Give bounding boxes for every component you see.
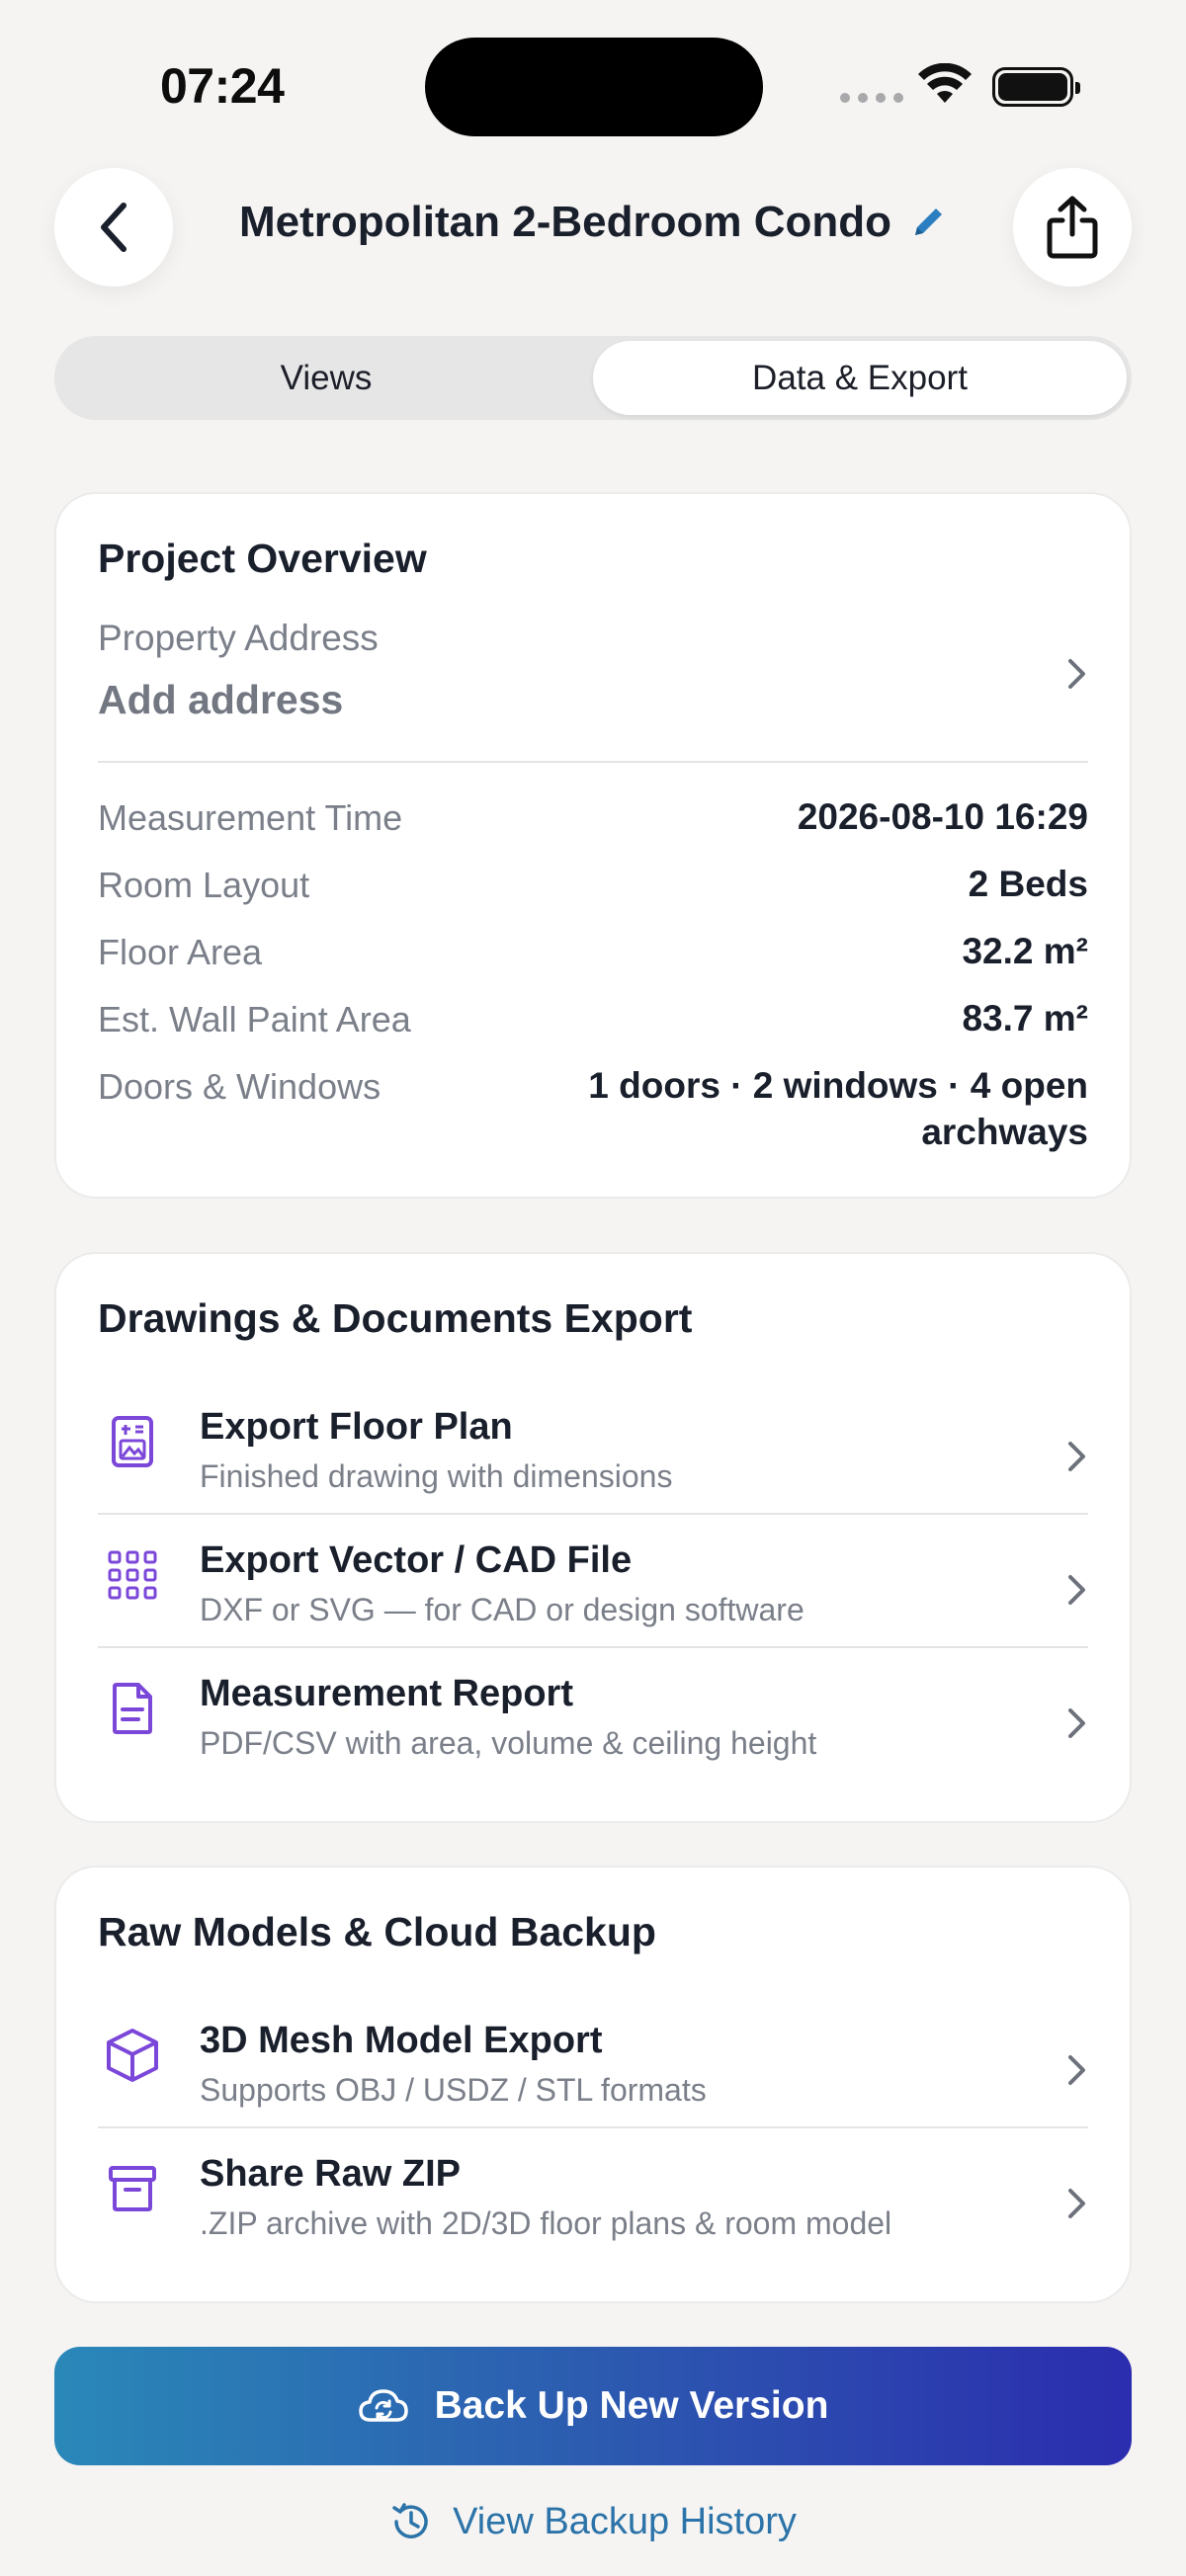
row-subtitle: Supports OBJ / USDZ / STL formats [200, 2072, 707, 2108]
measurement-time-value: 2026-08-10 16:29 [797, 796, 1088, 837]
room-layout-label: Room Layout [98, 865, 310, 905]
row-subtitle: .ZIP archive with 2D/3D floor plans & ro… [200, 2205, 892, 2241]
doors-windows-value-line2: archways [921, 1112, 1088, 1152]
history-label: View Backup History [453, 2500, 797, 2542]
tab-data-export[interactable]: Data & Export [593, 341, 1127, 415]
pencil-icon[interactable] [909, 204, 947, 241]
card-title: Raw Models & Cloud Backup [98, 1909, 656, 1954]
page-title: Metropolitan 2-Bedroom Condo [239, 198, 891, 246]
row-title: Export Floor Plan [200, 1406, 513, 1448]
document-icon [106, 1682, 159, 1735]
address-value: Add address [98, 677, 344, 722]
floor-plan-icon [106, 1415, 159, 1468]
measurement-report-row[interactable]: Measurement Report PDF/CSV with area, vo… [56, 1659, 1130, 1787]
wifi-icon [918, 63, 972, 103]
chevron-left-icon [101, 203, 127, 252]
title-group[interactable]: Metropolitan 2-Bedroom Condo [198, 198, 988, 247]
chevron-right-icon [1068, 1442, 1085, 1471]
dynamic-island [425, 38, 763, 136]
export-floor-plan-row[interactable]: Export Floor Plan Finished drawing with … [56, 1392, 1130, 1521]
row-subtitle: Finished drawing with dimensions [200, 1458, 673, 1494]
share-button[interactable] [1013, 168, 1132, 287]
history-icon [392, 2503, 428, 2538]
divider [98, 2126, 1088, 2128]
chevron-right-icon [1068, 2055, 1085, 2085]
back-button[interactable] [54, 168, 173, 287]
cube-icon [106, 2029, 159, 2082]
project-overview-card: Project Overview Property Address Add ad… [54, 492, 1132, 1199]
row-title: Share Raw ZIP [200, 2153, 461, 2195]
card-title: Project Overview [98, 536, 427, 581]
chevron-right-icon [1068, 1708, 1085, 1738]
floor-area-value: 32.2 m² [962, 931, 1088, 971]
row-title: 3D Mesh Model Export [200, 2020, 603, 2061]
view-segmented-control: Views Data & Export [54, 336, 1132, 420]
share-icon [1047, 196, 1098, 259]
chevron-right-icon [1068, 1575, 1085, 1605]
divider [98, 761, 1088, 763]
divider [98, 1513, 1088, 1515]
drawings-export-card: Drawings & Documents Export Export Floor… [54, 1252, 1132, 1823]
tab-views[interactable]: Views [59, 341, 593, 415]
chevron-right-icon [1068, 2189, 1085, 2218]
back-up-label: Back Up New Version [434, 2384, 829, 2427]
row-subtitle: PDF/CSV with area, volume & ceiling heig… [200, 1725, 817, 1761]
grid-icon [106, 1548, 159, 1602]
raw-models-card: Raw Models & Cloud Backup 3D Mesh Model … [54, 1866, 1132, 2303]
address-label: Property Address [98, 618, 379, 658]
cloud-sync-icon [358, 2389, 408, 2422]
wall-paint-area-value: 83.7 m² [962, 998, 1088, 1039]
room-layout-value: 2 Beds [968, 864, 1088, 904]
row-title: Measurement Report [200, 1673, 573, 1714]
chevron-right-icon [1068, 659, 1085, 689]
row-title: Export Vector / CAD File [200, 1539, 633, 1581]
address-row[interactable]: Property Address Add address [56, 603, 1130, 741]
doors-windows-label: Doors & Windows [98, 1066, 381, 1107]
measurement-time-label: Measurement Time [98, 797, 403, 838]
back-up-new-version-button[interactable]: Back Up New Version [54, 2347, 1132, 2465]
view-backup-history-link[interactable]: View Backup History [0, 2500, 1186, 2543]
divider [98, 1646, 1088, 1648]
doors-windows-value-line1: 1 doors · 2 windows · 4 open [588, 1065, 1088, 1106]
share-raw-zip-row[interactable]: Share Raw ZIP .ZIP archive with 2D/3D fl… [56, 2139, 1130, 2268]
card-title: Drawings & Documents Export [98, 1295, 693, 1341]
battery-icon [992, 67, 1080, 107]
export-vector-cad-row[interactable]: Export Vector / CAD File DXF or SVG — fo… [56, 1526, 1130, 1654]
archive-icon [106, 2162, 159, 2215]
mesh-model-export-row[interactable]: 3D Mesh Model Export Supports OBJ / USDZ… [56, 2006, 1130, 2134]
floor-area-label: Floor Area [98, 932, 263, 972]
status-time: 07:24 [160, 58, 285, 114]
cellular-signal-icon [840, 93, 903, 103]
status-bar: 07:24 [0, 0, 1186, 168]
doors-windows-value: 1 doors · 2 windows · 4 open archways [588, 1062, 1088, 1155]
wall-paint-area-label: Est. Wall Paint Area [98, 999, 411, 1039]
row-subtitle: DXF or SVG — for CAD or design software [200, 1592, 805, 1627]
